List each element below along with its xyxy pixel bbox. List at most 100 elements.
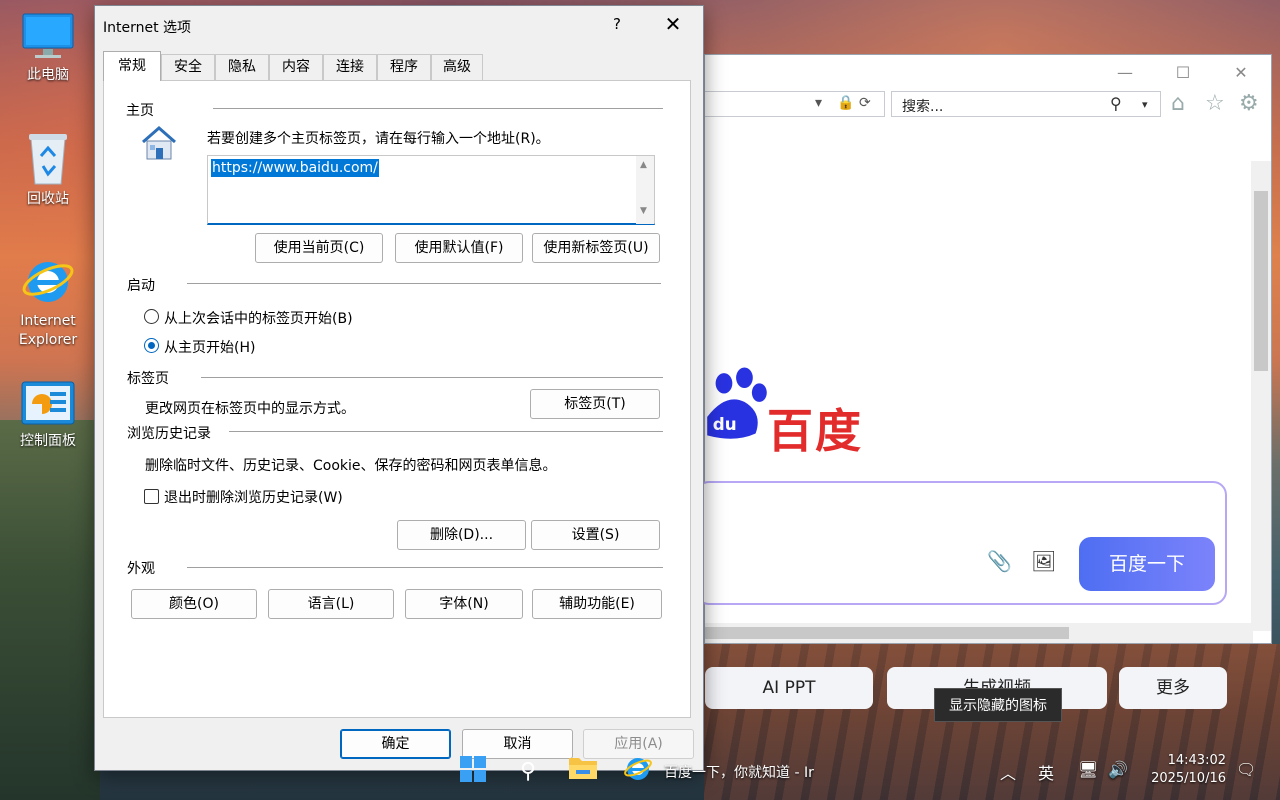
- accessibility-button[interactable]: 辅助功能(E): [532, 589, 662, 619]
- close-icon[interactable]: ✕: [1231, 63, 1251, 82]
- home-icon[interactable]: ⌂: [1171, 91, 1185, 116]
- internet-explorer-icon: [624, 758, 652, 780]
- file-explorer-icon[interactable]: [565, 754, 601, 790]
- volume-icon[interactable]: 🔊: [1108, 760, 1128, 779]
- scrollbar-thumb[interactable]: [1254, 191, 1268, 371]
- appearance-section-title: 外观: [127, 561, 155, 577]
- homepage-url-textarea[interactable]: https://www.baidu.com/ ▲ ▼: [207, 155, 655, 225]
- taskbar-internet-explorer-icon[interactable]: [620, 754, 656, 790]
- desktop-icon-control-panel[interactable]: 控制面板: [8, 380, 88, 451]
- startup-section-title: 启动: [127, 278, 155, 294]
- homepage-description: 若要创建多个主页标签页，请在每行输入一个地址(R)。: [207, 131, 550, 147]
- minimize-icon[interactable]: —: [1115, 63, 1135, 82]
- ime-indicator[interactable]: 英: [1038, 760, 1054, 784]
- scroll-down-arrow-icon[interactable]: ▼: [640, 206, 647, 216]
- fonts-button[interactable]: 字体(N): [405, 589, 523, 619]
- help-button[interactable]: ?: [609, 15, 625, 33]
- taskbar-search-icon[interactable]: ⚲: [510, 754, 546, 790]
- radio-last-session-label[interactable]: 从上次会话中的标签页开始(B): [164, 308, 353, 328]
- radio-homepage[interactable]: [144, 338, 159, 353]
- maximize-icon[interactable]: ☐: [1173, 63, 1193, 82]
- desktop-icon-internet-explorer[interactable]: Internet Explorer: [8, 254, 88, 350]
- use-default-button[interactable]: 使用默认值(F): [395, 233, 523, 263]
- quick-link-more[interactable]: 更多: [1119, 667, 1227, 709]
- refresh-icon[interactable]: ⟳: [859, 95, 871, 111]
- browser-window[interactable]: — ☐ ✕ ▾ 🔒 ⟳ 搜索... ⚲ ▾ ⌂ ☆ ⚙ du 百度 📎 🖼 百度…: [695, 54, 1272, 709]
- show-hidden-icons-chevron-icon[interactable]: ︿: [1000, 760, 1016, 784]
- scroll-up-arrow-icon[interactable]: ▲: [640, 160, 647, 170]
- browser-content: du 百度 📎 🖼 百度一下 AI PPT 生成视频 更多: [695, 151, 1253, 709]
- homepage-url-value: https://www.baidu.com/: [211, 159, 379, 177]
- baidu-paw-logo-icon: du: [707, 367, 767, 439]
- history-settings-button[interactable]: 设置(S): [531, 520, 660, 550]
- tray-tooltip: 显示隐藏的图标: [934, 688, 1062, 722]
- dialog-title: Internet 选项: [103, 20, 192, 36]
- history-section-title: 浏览历史记录: [127, 426, 211, 442]
- history-description: 删除临时文件、历史记录、Cookie、保存的密码和网页表单信息。: [145, 458, 557, 474]
- address-bar[interactable]: ▾ 🔒 ⟳: [705, 91, 885, 117]
- desktop-icon-this-pc[interactable]: 此电脑: [8, 12, 88, 85]
- colors-button[interactable]: 颜色(O): [131, 589, 257, 619]
- lock-icon: 🔒: [837, 95, 855, 111]
- section-divider: [229, 431, 663, 432]
- tab-advanced[interactable]: 高级: [431, 54, 483, 80]
- scrollbar-thumb[interactable]: [705, 627, 1069, 639]
- delete-history-button[interactable]: 删除(D)...: [397, 520, 526, 550]
- textarea-scrollbar[interactable]: ▲ ▼: [636, 156, 654, 224]
- search-icon[interactable]: ⚲: [1110, 94, 1122, 113]
- favorites-star-icon[interactable]: ☆: [1205, 91, 1225, 116]
- settings-gear-icon[interactable]: ⚙: [1239, 91, 1259, 116]
- internet-explorer-icon: [22, 262, 74, 302]
- radio-last-session[interactable]: [144, 309, 159, 324]
- section-divider: [187, 283, 661, 284]
- dropdown-arrow-icon[interactable]: ▾: [815, 95, 822, 111]
- baidu-brand-text: 百度: [767, 404, 863, 458]
- vertical-scrollbar[interactable]: [1251, 161, 1271, 631]
- quick-link-label: 更多: [1156, 678, 1190, 698]
- tabs-section-title: 标签页: [127, 371, 169, 387]
- quick-link-ai-ppt[interactable]: AI PPT: [705, 667, 873, 709]
- taskbar-clock[interactable]: 14:43:02 2025/10/16: [1146, 752, 1226, 788]
- delete-on-exit-label[interactable]: 退出时删除浏览历史记录(W): [164, 487, 343, 507]
- attachment-icon[interactable]: 📎: [987, 549, 1012, 573]
- internet-options-dialog[interactable]: Internet 选项 ? ✕ 常规 安全 隐私 内容 连接 程序 高级 主页 …: [94, 5, 704, 771]
- browser-search-box[interactable]: 搜索... ⚲ ▾: [891, 91, 1161, 117]
- delete-on-exit-checkbox[interactable]: [144, 489, 159, 504]
- section-divider: [201, 377, 663, 378]
- notification-icon[interactable]: 🗨: [1236, 760, 1256, 779]
- clock-time: 14:43:02: [1167, 753, 1226, 768]
- house-icon: [142, 126, 176, 160]
- image-search-icon[interactable]: 🖼: [1031, 549, 1056, 573]
- start-button[interactable]: [455, 754, 491, 790]
- section-divider: [187, 567, 663, 568]
- folder-icon: [569, 758, 597, 779]
- use-new-tab-button[interactable]: 使用新标签页(U): [532, 233, 660, 263]
- tab-security[interactable]: 安全: [161, 54, 215, 80]
- use-current-button[interactable]: 使用当前页(C): [255, 233, 383, 263]
- radio-homepage-label[interactable]: 从主页开始(H): [164, 337, 255, 357]
- horizontal-scrollbar[interactable]: [705, 623, 1253, 643]
- desktop-icon-label: 控制面板: [20, 433, 76, 449]
- section-divider: [213, 108, 663, 109]
- taskbar-window-title[interactable]: 百度一下，你就知道 - Ir: [664, 762, 814, 782]
- svg-text:du: du: [713, 414, 737, 434]
- desktop-icon-label-line2: Explorer: [18, 332, 78, 348]
- close-button[interactable]: ✕: [661, 12, 685, 36]
- desktop-icon-label: 此电脑: [27, 67, 69, 83]
- homepage-section-title: 主页: [126, 103, 154, 119]
- baidu-search-button[interactable]: 百度一下: [1079, 537, 1215, 591]
- tab-privacy[interactable]: 隐私: [215, 54, 269, 80]
- browser-titlebar[interactable]: — ☐ ✕: [705, 55, 1271, 89]
- tab-connections[interactable]: 连接: [323, 54, 377, 80]
- languages-button[interactable]: 语言(L): [268, 589, 394, 619]
- monitor-icon: [22, 13, 74, 58]
- clock-date: 2025/10/16: [1151, 771, 1226, 786]
- chevron-down-icon[interactable]: ▾: [1142, 98, 1148, 111]
- network-icon[interactable]: 🖥: [1078, 760, 1098, 779]
- windows-logo-icon: [460, 756, 486, 782]
- tab-content[interactable]: 内容: [269, 54, 323, 80]
- tabs-settings-button[interactable]: 标签页(T): [530, 389, 660, 419]
- tab-programs[interactable]: 程序: [377, 54, 431, 80]
- tab-general[interactable]: 常规: [103, 51, 161, 81]
- desktop-icon-recycle-bin[interactable]: 回收站: [8, 130, 88, 209]
